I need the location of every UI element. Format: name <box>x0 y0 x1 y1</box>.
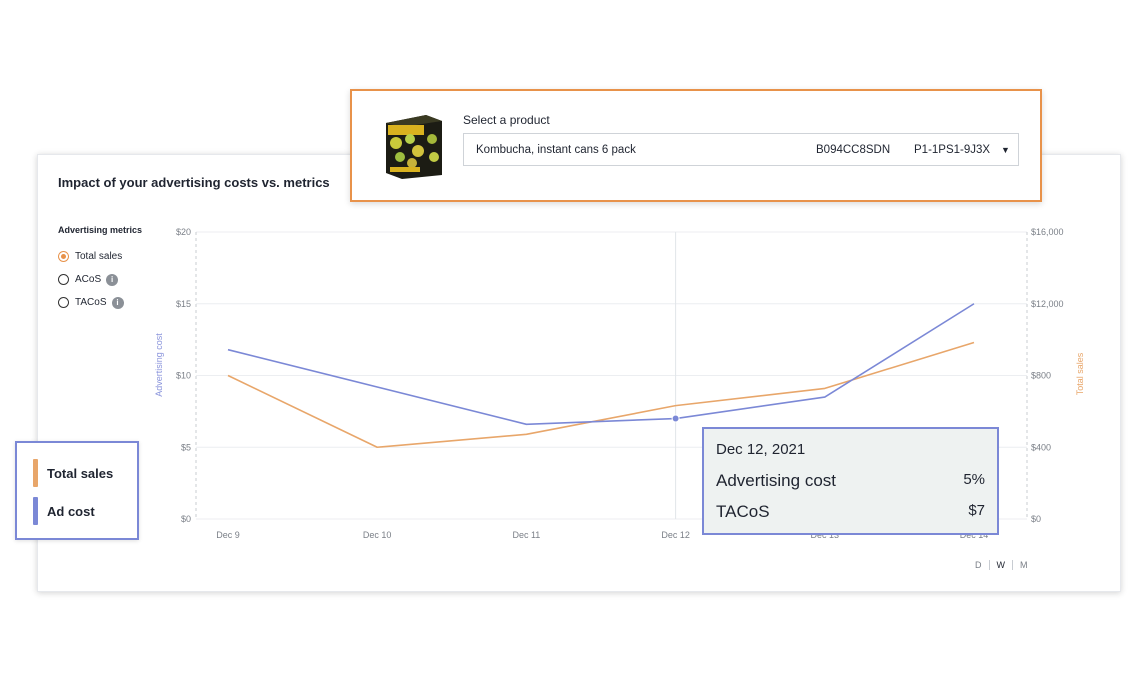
legend-swatch <box>33 459 38 487</box>
tooltip-label: Advertising cost <box>716 471 836 490</box>
x-tick-label: Dec 9 <box>216 530 240 540</box>
legend-item-total-sales: Total sales <box>33 459 113 487</box>
y-tick-label: $0 <box>181 514 191 524</box>
chart-tooltip: Dec 12, 2021 Advertising cost 5% TACoS $… <box>702 427 999 535</box>
x-tick-label: Dec 12 <box>661 530 690 540</box>
product-name: Kombucha, instant cans 6 pack <box>476 143 636 156</box>
y-tick-label: $20 <box>176 227 191 237</box>
product-asin: B094CC8SDN <box>816 143 891 156</box>
tooltip-label: TACoS <box>716 502 770 521</box>
select-product-label: Select a product <box>463 113 550 127</box>
product-sku: P1-1PS1-9J3X <box>914 143 991 156</box>
y-tick-label: $10 <box>176 371 191 381</box>
x-tick-label: Dec 10 <box>363 530 392 540</box>
tooltip-date: Dec 12, 2021 <box>716 441 806 458</box>
tooltip-row: TACoS $7 <box>716 502 985 522</box>
y2-tick-label: $400 <box>1031 442 1051 452</box>
legend-label: Ad cost <box>47 503 95 519</box>
y2-tick-label: $12,000 <box>1031 299 1064 309</box>
legend-item-ad-cost: Ad cost <box>33 497 95 525</box>
series-line-ad-cost <box>227 303 975 426</box>
y-tick-label: $5 <box>181 442 191 452</box>
tooltip-value: 5% <box>963 471 985 488</box>
y2-tick-label: $16,000 <box>1031 227 1064 237</box>
legend-label: Total sales <box>47 465 114 481</box>
tooltip-value: $7 <box>968 502 985 519</box>
y2-tick-label: $0 <box>1031 514 1041 524</box>
chart-legend: Total sales Ad cost <box>15 441 139 540</box>
chevron-down-icon[interactable]: ▼ <box>1001 145 1010 155</box>
highlight-point <box>671 414 680 423</box>
product-image <box>386 115 442 179</box>
legend-swatch <box>33 497 38 525</box>
tooltip-row: Advertising cost 5% <box>716 471 985 491</box>
y-axis-title: Advertising cost <box>154 333 164 397</box>
y2-axis-title: Total sales <box>1075 352 1085 395</box>
product-selector-panel: Select a product Kombucha, instant cans … <box>350 89 1042 202</box>
product-dropdown[interactable]: Kombucha, instant cans 6 pack B094CC8SDN… <box>463 133 1019 166</box>
y-tick-label: $15 <box>176 299 191 309</box>
y2-tick-label: $800 <box>1031 371 1051 381</box>
x-tick-label: Dec 11 <box>512 530 540 540</box>
